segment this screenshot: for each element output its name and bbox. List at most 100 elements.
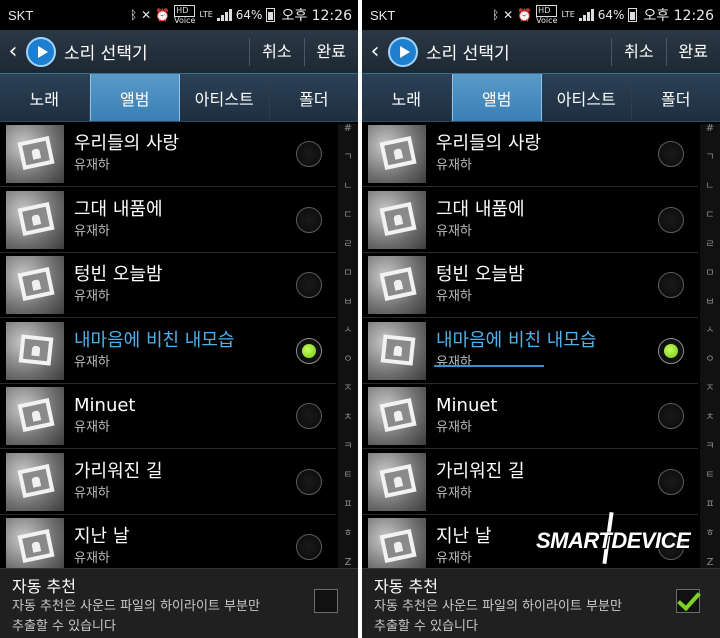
index-letter[interactable]: ㅈ	[343, 384, 352, 394]
album-art	[6, 518, 64, 568]
index-letter[interactable]: ㅁ	[343, 268, 352, 279]
index-scroller[interactable]: # ㄱㄴㄷㄹㅁㅂㅅㅇㅈㅊㅋㅌㅍㅎ Z	[338, 124, 358, 568]
list-item[interactable]: 내마음에 비친 내모습 유재하	[0, 319, 336, 384]
list-item[interactable]: 텅빈 오늘밤 유재하	[0, 253, 336, 318]
radio-button[interactable]	[296, 141, 322, 167]
index-letter[interactable]: ㅈ	[705, 384, 714, 394]
auto-recommend-desc-line2: 추출할 수 있습니다	[374, 619, 478, 634]
cancel-button[interactable]: 취소	[611, 37, 665, 66]
index-letter[interactable]: ㅊ	[705, 413, 714, 423]
list-item[interactable]: 우리들의 사랑 유재하	[362, 122, 698, 187]
list-item[interactable]: 텅빈 오늘밤 유재하	[362, 253, 698, 318]
list-item-text: 텅빈 오늘밤 유재하	[64, 264, 296, 306]
tab-0[interactable]: 노래	[362, 74, 452, 121]
index-letter[interactable]: ㄴ	[343, 181, 352, 192]
list-item[interactable]: 우리들의 사랑 유재하	[0, 122, 336, 187]
carrier-label: SKT	[370, 7, 396, 23]
index-letter[interactable]: ㅎ	[705, 528, 714, 539]
index-letter[interactable]: #	[706, 124, 714, 134]
index-letter[interactable]: ㄷ	[705, 210, 714, 221]
album-list[interactable]: 우리들의 사랑 유재하 그대 내품에 유재하 텅빈 오늘밤 유재하 내마음에 비친 내모습 유…	[362, 122, 720, 568]
back-arrow-icon[interactable]: ‹	[0, 39, 26, 64]
list-item[interactable]: 내마음에 비친 내모습 유재하	[362, 319, 698, 384]
index-letter[interactable]: ㅎ	[343, 528, 352, 539]
index-letter[interactable]: ㅅ	[343, 326, 352, 336]
album-title: 가리워진 길	[436, 460, 525, 482]
index-letter[interactable]: ㄹ	[705, 239, 714, 250]
signal-icon	[578, 9, 594, 21]
index-letter[interactable]: ㄴ	[705, 181, 714, 192]
done-button[interactable]: 완료	[665, 37, 720, 66]
tab-1[interactable]: 앨범	[89, 74, 180, 121]
auto-recommend-checkbox[interactable]	[676, 589, 700, 613]
list-item[interactable]: 가리워진 길 유재하	[362, 450, 698, 515]
index-letter[interactable]: ㅇ	[343, 355, 352, 365]
tab-1[interactable]: 앨범	[451, 74, 542, 121]
index-letter[interactable]: ㅂ	[343, 297, 352, 308]
index-letter[interactable]: ㄹ	[343, 239, 352, 250]
index-letter[interactable]: ㅍ	[705, 499, 714, 510]
tab-0[interactable]: 노래	[0, 74, 90, 121]
status-bar: SKT ᛒ ✕ ⏰ HD Voice LTE 64% 오후 12:26	[362, 0, 720, 30]
auto-recommend-setting[interactable]: 자동 추천 자동 추천은 사운드 파일의 하이라이트 부분만 추출할 수 있습니…	[362, 568, 720, 638]
album-art-frame	[17, 266, 55, 302]
index-letter[interactable]: #	[344, 124, 352, 134]
album-title: 가리워진 길	[74, 460, 163, 482]
list-item[interactable]: 지난 날 유재하	[0, 515, 336, 568]
tab-bar: 노래 앨범 아티스트 폴더	[362, 74, 720, 122]
radio-button[interactable]	[296, 468, 322, 495]
radio-button[interactable]	[658, 272, 684, 298]
index-letter[interactable]: ㄱ	[705, 152, 714, 163]
music-app-icon	[26, 36, 56, 67]
index-scroller[interactable]: # ㄱㄴㄷㄹㅁㅂㅅㅇㅈㅊㅋㅌㅍㅎ Z	[700, 124, 720, 568]
tab-3[interactable]: 폴더	[269, 74, 358, 121]
index-letter[interactable]: ㅇ	[705, 355, 714, 365]
radio-button[interactable]	[296, 403, 322, 429]
tab-2[interactable]: 아티스트	[542, 74, 632, 121]
radio-button[interactable]	[296, 337, 322, 364]
album-list[interactable]: 우리들의 사랑 유재하 그대 내품에 유재하텅빈 오늘밤 유재하내마음에 비친 내모습 유…	[0, 122, 358, 568]
radio-button[interactable]	[296, 272, 322, 298]
index-letter[interactable]: ㅋ	[343, 442, 352, 452]
index-letter[interactable]: ㅁ	[705, 268, 714, 279]
radio-button[interactable]	[658, 141, 684, 167]
radio-button[interactable]	[658, 468, 684, 495]
back-arrow-icon[interactable]: ‹	[362, 39, 388, 64]
lte-icon: LTE	[199, 10, 213, 19]
index-letter[interactable]: ㅍ	[343, 499, 352, 510]
cancel-button[interactable]: 취소	[249, 37, 303, 66]
index-letter[interactable]: ㄱ	[343, 152, 352, 163]
index-letter[interactable]: ㅂ	[705, 297, 714, 308]
index-letter[interactable]: ㅌ	[705, 471, 714, 481]
album-art	[6, 256, 64, 314]
hd-voice-icon: HD Voice	[536, 5, 558, 25]
radio-button[interactable]	[658, 206, 684, 233]
auto-recommend-checkbox[interactable]	[314, 589, 338, 613]
battery-icon	[266, 8, 276, 22]
list-item[interactable]: 그대 내품에 유재하	[362, 188, 698, 253]
radio-button[interactable]	[296, 534, 322, 560]
radio-button[interactable]	[296, 206, 322, 233]
album-artist: 유재하	[436, 158, 472, 173]
done-button[interactable]: 완료	[303, 37, 358, 66]
radio-button[interactable]	[658, 403, 684, 429]
index-letter[interactable]: ㅅ	[705, 326, 714, 336]
index-letter[interactable]: Z	[707, 557, 714, 568]
radio-button[interactable]	[658, 337, 684, 364]
index-letter[interactable]: ㅌ	[343, 471, 352, 481]
index-letter[interactable]: Z	[345, 557, 352, 568]
album-art	[368, 452, 426, 511]
album-title: Minuet	[74, 395, 136, 416]
list-item-text: 내마음에 비친 내모습 유재하	[64, 330, 296, 372]
list-item[interactable]: Minuet 유재하	[362, 384, 698, 449]
list-item[interactable]: 가리워진 길 유재하	[0, 450, 336, 515]
list-item[interactable]: Minuet 유재하	[0, 384, 336, 449]
list-item[interactable]: 그대 내품에 유재하	[0, 188, 336, 253]
album-art-frame	[17, 397, 55, 433]
index-letter[interactable]: ㄷ	[343, 210, 352, 221]
index-letter[interactable]: ㅋ	[705, 442, 714, 452]
tab-3[interactable]: 폴더	[631, 74, 720, 121]
index-letter[interactable]: ㅊ	[343, 413, 352, 423]
tab-2[interactable]: 아티스트	[180, 74, 270, 121]
auto-recommend-setting[interactable]: 자동 추천 자동 추천은 사운드 파일의 하이라이트 부분만 추출할 수 있습니…	[0, 568, 358, 638]
